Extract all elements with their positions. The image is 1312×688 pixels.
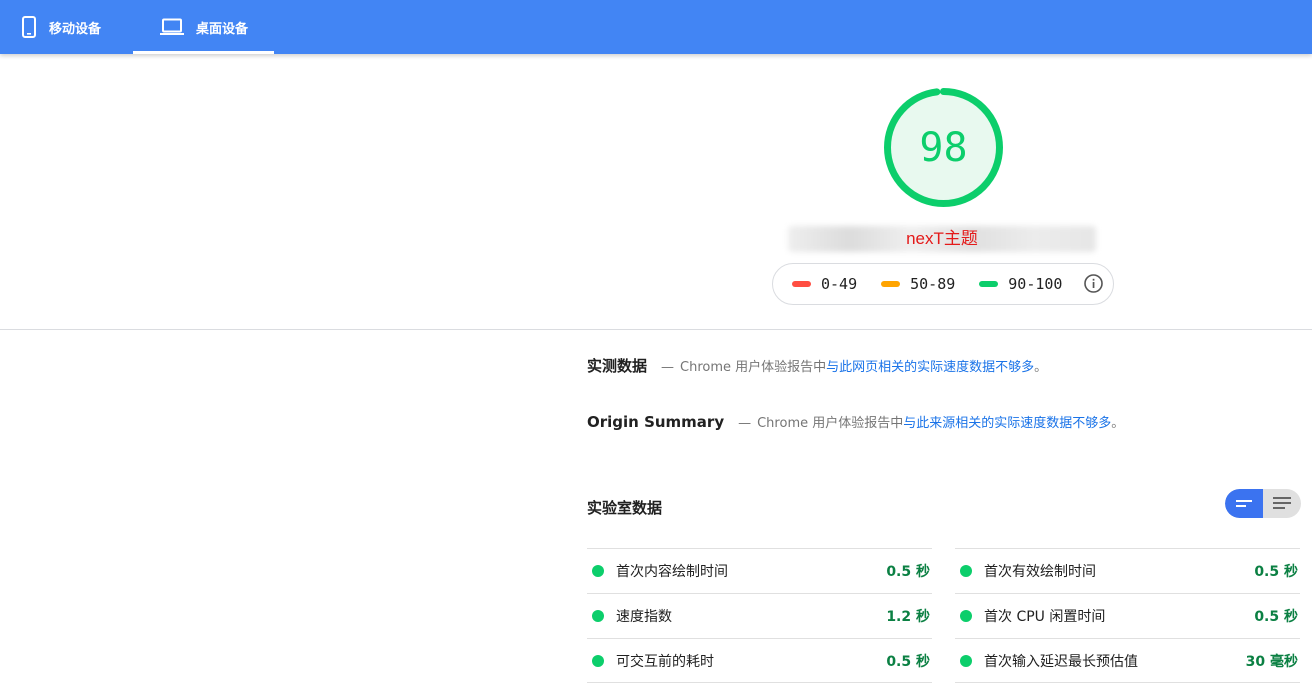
compact-view-button[interactable] <box>1225 489 1263 518</box>
expanded-view-icon <box>1273 497 1291 509</box>
tab-desktop-label: 桌面设备 <box>196 21 249 37</box>
metric-row: 首次 CPU 闲置时间 0.5 秒 <box>955 593 1300 638</box>
active-tab-indicator <box>133 51 274 54</box>
legend-item-fail: 0-49 <box>792 275 857 293</box>
pass-dot-icon <box>592 654 604 667</box>
phone-icon <box>21 16 37 38</box>
lab-data-title: 实验室数据 <box>587 499 663 517</box>
metric-value: 30 毫秒 <box>1245 653 1298 670</box>
pass-dot-icon <box>592 610 604 622</box>
performance-score: 98 <box>919 124 968 171</box>
info-icon[interactable] <box>1083 273 1104 294</box>
metric-value: 1.2 秒 <box>886 609 930 625</box>
pass-dot-icon <box>592 565 604 577</box>
section-divider <box>0 329 1312 330</box>
metric-label: 首次输入延迟最长预估值 <box>984 653 1138 670</box>
metric-row: 首次输入延迟最长预估值 30 毫秒 <box>955 638 1300 683</box>
legend-range-average: 50-89 <box>910 275 956 293</box>
origin-summary-dash: — <box>738 416 752 431</box>
lab-metrics-right: 首次有效绘制时间 0.5 秒 首次 CPU 闲置时间 0.5 秒 首次输入延迟最… <box>955 548 1300 683</box>
origin-summary-link[interactable]: 与此来源相关的实际速度数据不够多 <box>903 412 1111 431</box>
pass-dot-icon <box>960 654 972 667</box>
metric-label: 速度指数 <box>616 609 672 625</box>
legend-range-fail: 0-49 <box>821 275 858 293</box>
metric-value: 0.5 秒 <box>886 564 930 580</box>
tab-mobile-label: 移动设备 <box>49 21 102 37</box>
legend-swatch-pass <box>979 281 999 287</box>
legend-range-pass: 90-100 <box>1008 275 1063 293</box>
legend-swatch-average <box>881 281 901 287</box>
metric-value: 0.5 秒 <box>1254 609 1298 625</box>
expanded-view-button[interactable] <box>1263 489 1301 518</box>
metrics-view-toggle[interactable] <box>1225 489 1301 518</box>
metric-value: 0.5 秒 <box>1254 564 1298 580</box>
pass-dot-icon <box>960 565 972 577</box>
metric-row: 首次有效绘制时间 0.5 秒 <box>955 548 1300 593</box>
legend-item-pass: 90-100 <box>979 275 1062 293</box>
metric-label: 首次内容绘制时间 <box>616 564 728 580</box>
pass-dot-icon <box>960 610 972 622</box>
legend-swatch-fail <box>792 281 811 287</box>
lab-metrics-left: 首次内容绘制时间 0.5 秒 速度指数 1.2 秒 可交互前的耗时 0.5 秒 <box>587 548 932 683</box>
metric-label: 首次 CPU 闲置时间 <box>984 609 1106 625</box>
tab-mobile[interactable]: 移动设备 <box>0 0 133 54</box>
metric-label: 可交互前的耗时 <box>616 653 714 670</box>
field-data-link[interactable]: 与此网页相关的实际速度数据不够多 <box>826 356 1034 375</box>
compact-view-icon <box>1236 499 1252 507</box>
legend-item-average: 50-89 <box>881 275 955 293</box>
url-annotation: nexT主题 <box>906 229 978 248</box>
tab-desktop[interactable]: 桌面设备 <box>133 0 274 54</box>
score-legend: 0-49 50-89 90-100 <box>772 263 1114 305</box>
origin-summary-section: Origin Summary — Chrome 用户体验报告中 与此来源相关的实… <box>587 412 1124 431</box>
field-data-title: 实测数据 <box>587 357 648 375</box>
field-data-desc: Chrome 用户体验报告中 <box>680 360 827 375</box>
device-tab-bar: 移动设备 桌面设备 <box>0 0 1312 54</box>
metric-label: 首次有效绘制时间 <box>984 564 1096 580</box>
origin-summary-desc: Chrome 用户体验报告中 <box>757 416 904 431</box>
field-data-dash: — <box>661 360 675 375</box>
laptop-icon <box>160 18 184 36</box>
origin-summary-end: 。 <box>1111 416 1125 431</box>
metric-row: 首次内容绘制时间 0.5 秒 <box>587 548 932 593</box>
field-data-end: 。 <box>1034 360 1048 375</box>
tested-url: nexT主题 <box>788 226 1096 252</box>
origin-summary-title: Origin Summary <box>587 413 725 431</box>
field-data-section: 实测数据 — Chrome 用户体验报告中 与此网页相关的实际速度数据不够多 。 <box>587 355 1047 376</box>
metric-value: 0.5 秒 <box>886 653 930 670</box>
metric-row: 可交互前的耗时 0.5 秒 <box>587 638 932 683</box>
metric-row: 速度指数 1.2 秒 <box>587 593 932 638</box>
